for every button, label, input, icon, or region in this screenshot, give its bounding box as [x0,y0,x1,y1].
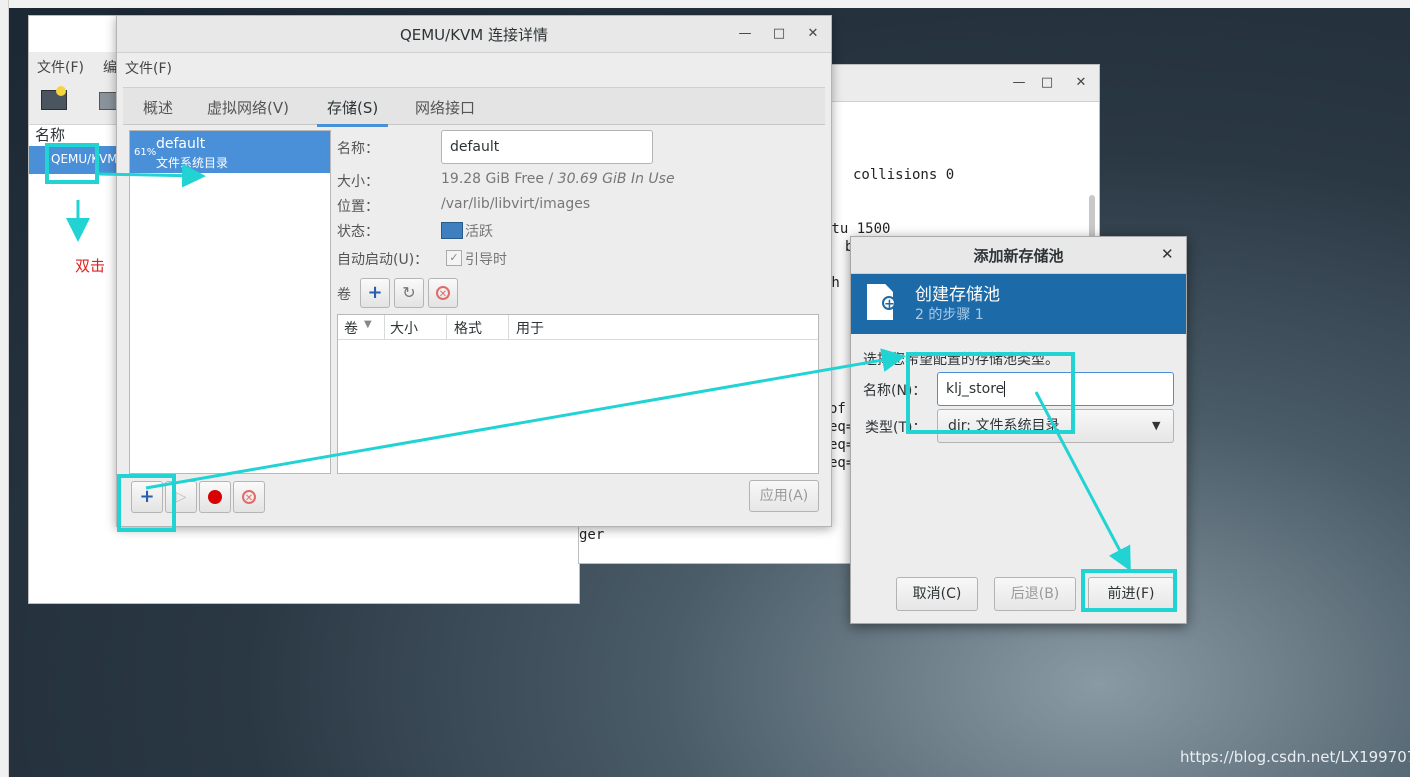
arrow-to-name-field [145,348,906,490]
annotation-arrows [66,163,1131,572]
watermark: https://blog.csdn.net/LX199707 [1180,748,1410,766]
arrow-to-forward [1034,391,1131,572]
arrow-to-pool-list [98,163,206,188]
